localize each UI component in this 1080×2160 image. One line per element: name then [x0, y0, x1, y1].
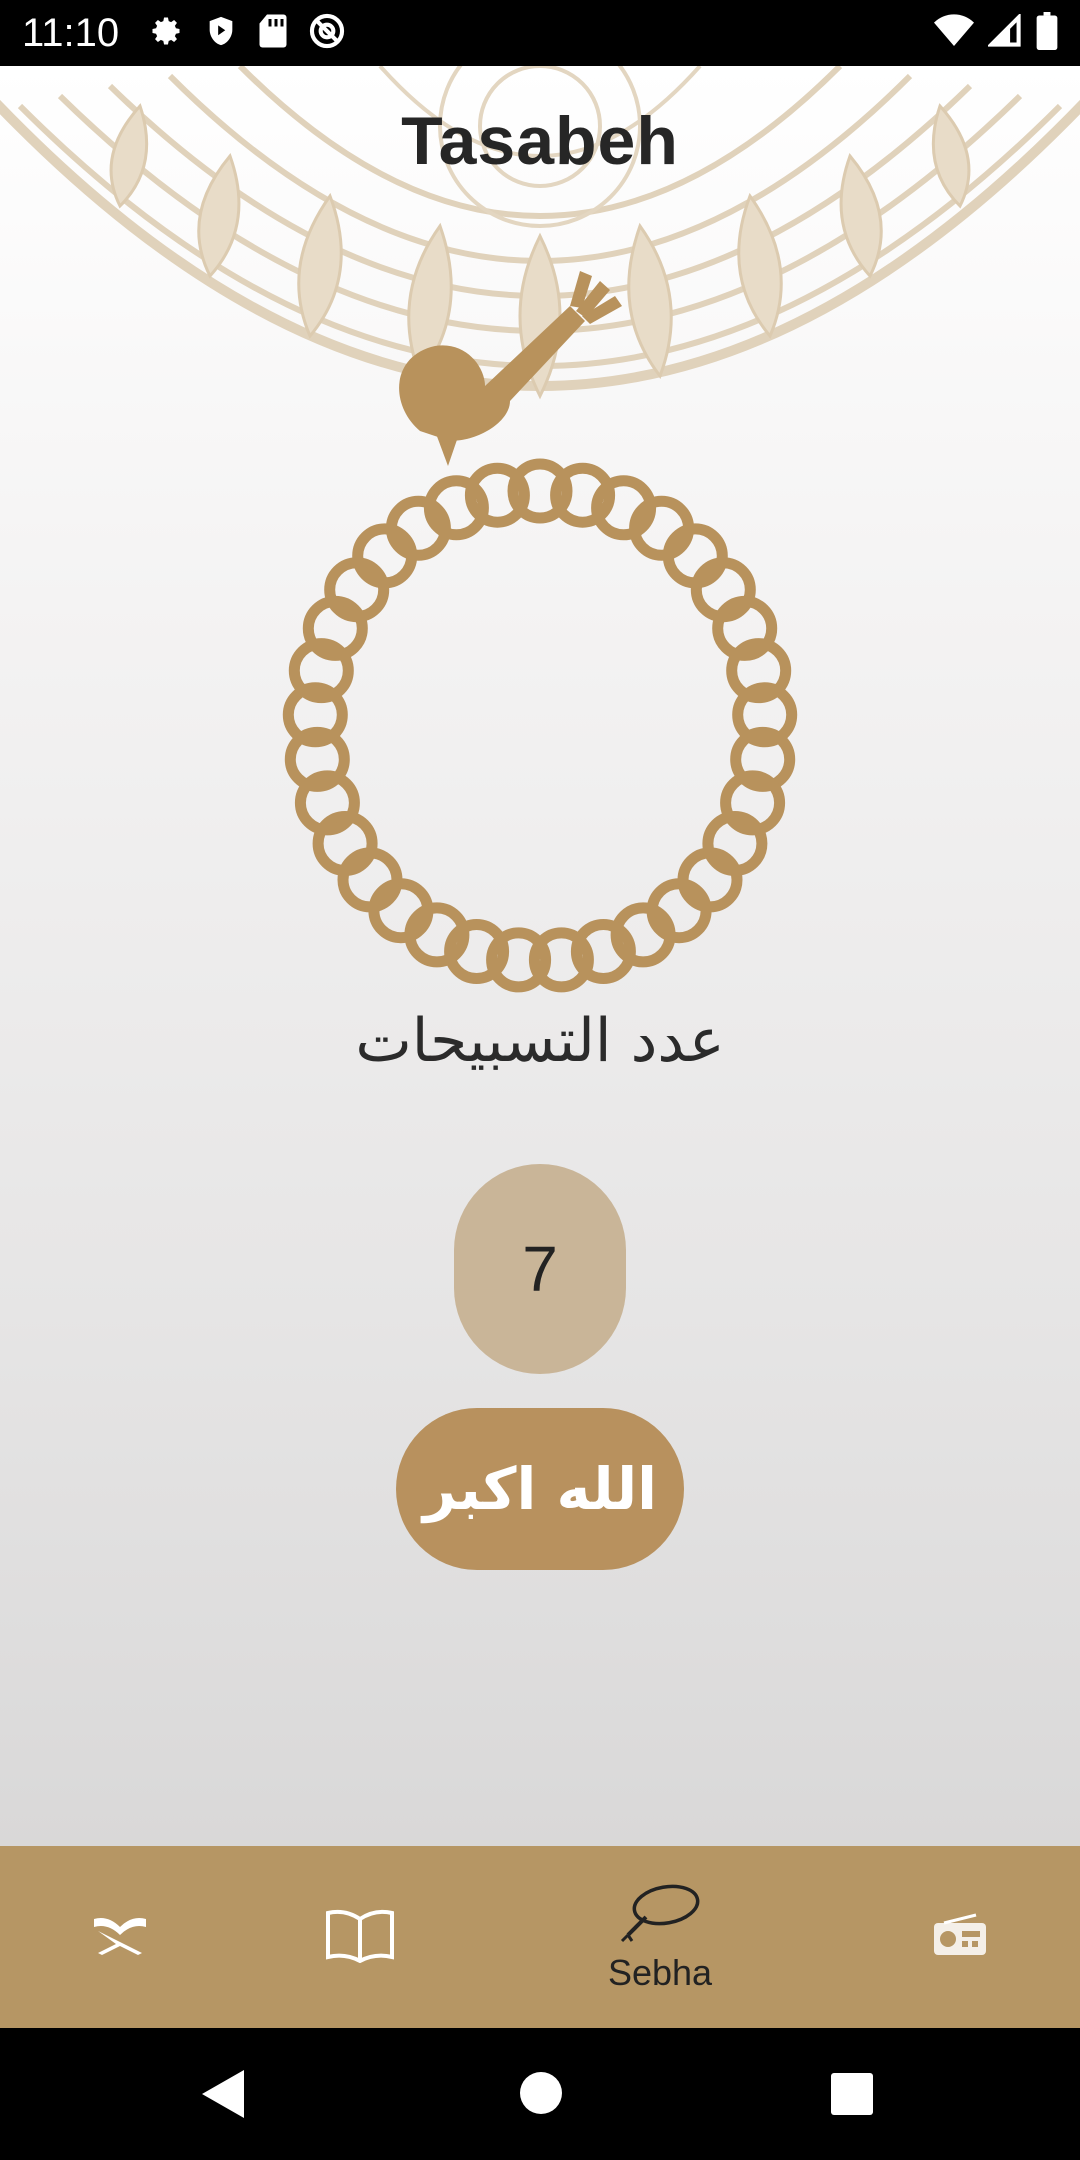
no-location-icon	[308, 12, 346, 55]
back-icon[interactable]	[200, 2068, 246, 2125]
page-title: Tasabeh	[401, 103, 679, 179]
tasbeeh-count-label: عدد التسبيحات	[355, 1006, 725, 1076]
gear-icon	[148, 13, 184, 54]
sebha-beads-graphic[interactable]	[270, 216, 810, 1016]
signal-icon	[986, 11, 1022, 53]
radio-icon	[932, 1913, 988, 1962]
nav-item-hadith[interactable]	[300, 1846, 420, 2028]
tasbeeh-button[interactable]: الله اكبر	[396, 1408, 684, 1570]
screen: 11:10 Tasabeh عدد التسبيحات 7 الله اكبر …	[0, 0, 1080, 2160]
open-book-icon	[325, 1907, 395, 1968]
tasbeeh-counter: 7	[454, 1164, 626, 1374]
tasbeeh-button-label: الله اكبر	[422, 1455, 658, 1523]
nav-item-quran[interactable]	[60, 1846, 180, 2028]
nav-label-sebha: Sebha	[607, 1951, 713, 1993]
sd-card-icon	[258, 13, 288, 54]
status-bar: 11:10	[0, 0, 1080, 66]
nav-item-sebha[interactable]: Sebha	[560, 1846, 760, 2028]
quran-stand-icon	[90, 1913, 150, 1962]
status-icons-left	[148, 12, 346, 54]
home-icon[interactable]	[518, 2070, 564, 2121]
wifi-icon	[934, 13, 974, 53]
recents-icon[interactable]	[830, 2072, 874, 2121]
sebha-screen: Tasabeh عدد التسبيحات 7 الله اكبر	[0, 66, 1080, 1846]
status-icons-right	[934, 11, 1058, 55]
battery-icon	[1036, 11, 1058, 55]
sebha-icon	[618, 1881, 702, 1948]
shield-icon	[204, 13, 238, 54]
system-navigation-bar	[0, 2028, 1080, 2160]
bottom-navigation: Sebha	[0, 1846, 1080, 2028]
status-time: 11:10	[22, 11, 120, 55]
counter-value: 7	[522, 1233, 558, 1305]
nav-item-radio[interactable]	[900, 1846, 1020, 2028]
